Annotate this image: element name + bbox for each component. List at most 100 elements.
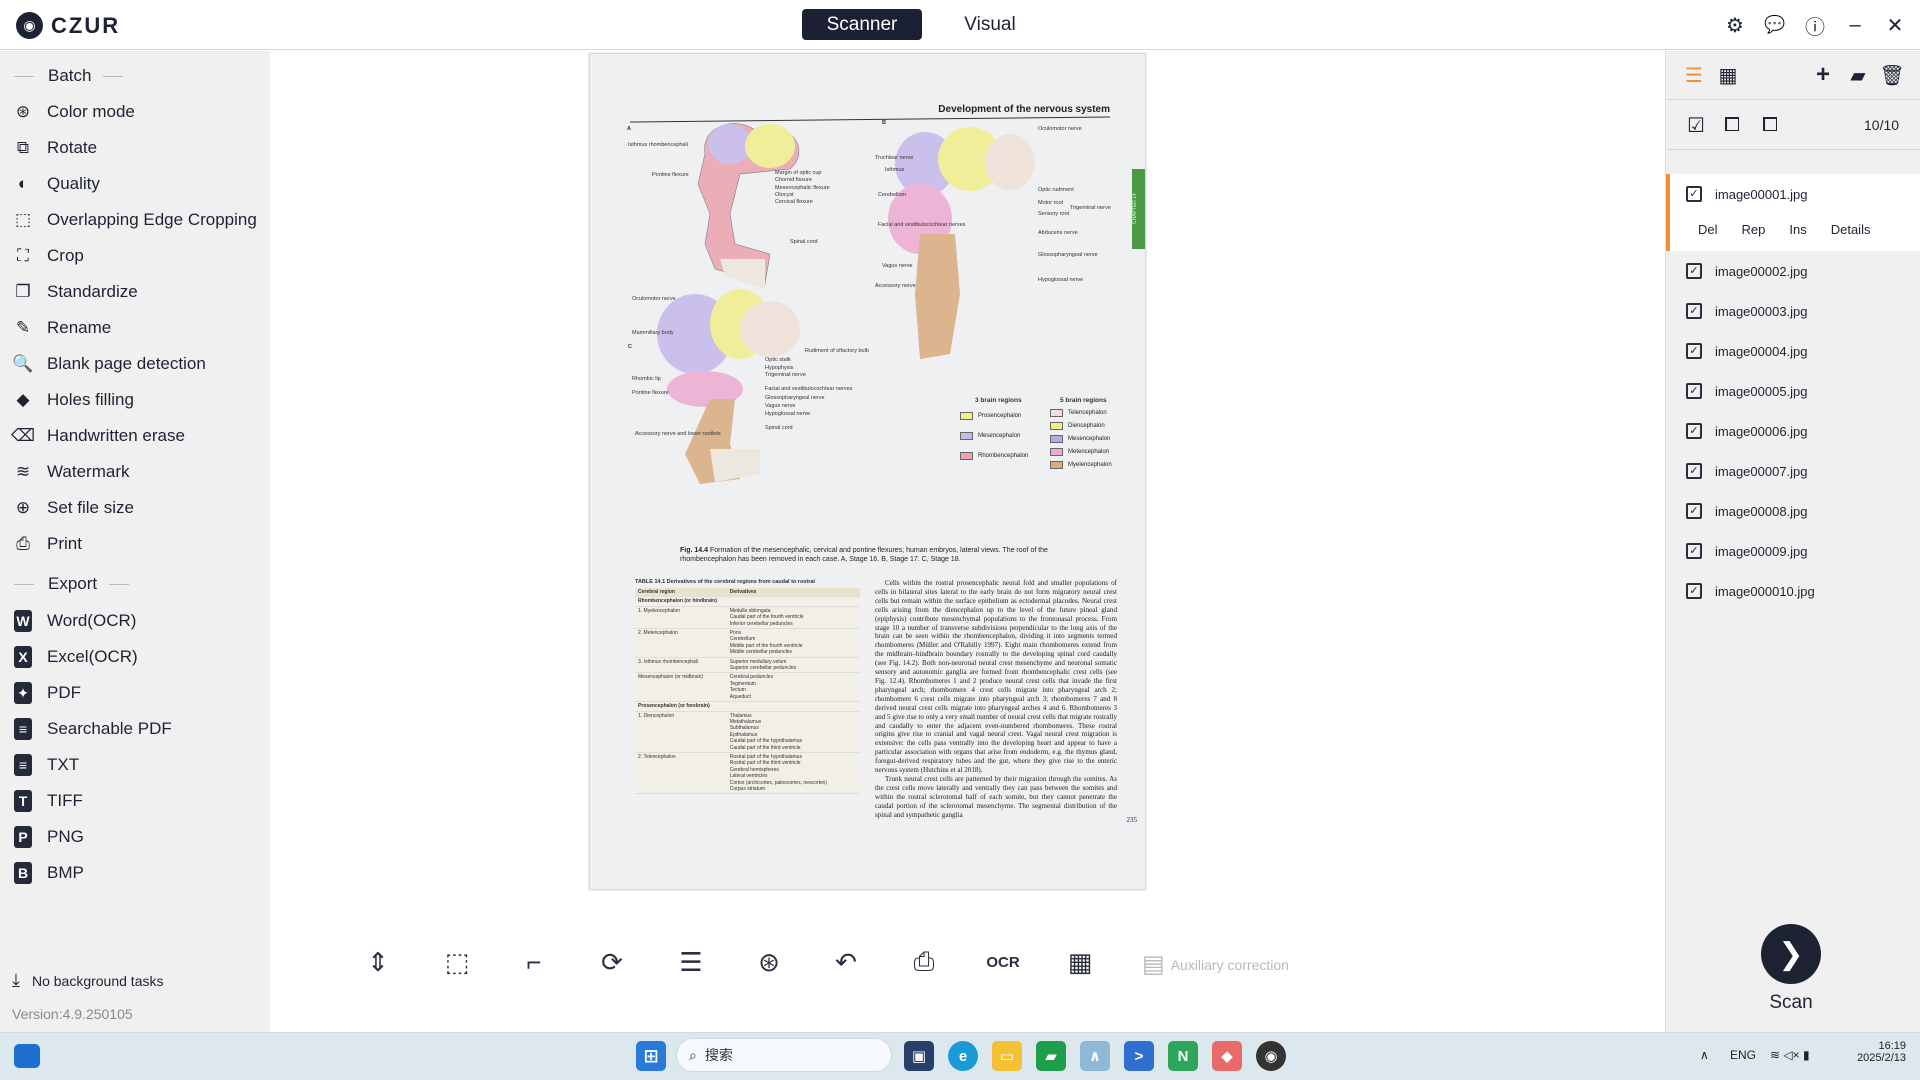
sidebar-item-color-mode[interactable]: ⊛ Color mode xyxy=(12,97,135,127)
rotate-icon[interactable]: ⟳ xyxy=(595,945,629,979)
action-ins[interactable]: Ins xyxy=(1789,222,1806,237)
select-area-icon[interactable]: ⬚ xyxy=(440,945,474,979)
store-icon[interactable]: ▣ xyxy=(904,1041,934,1071)
export-item-excel-ocr-[interactable]: X Excel(OCR) xyxy=(12,642,138,672)
file-row[interactable]: ✓ image00008.jpg xyxy=(1666,491,1920,531)
sidebar-item-overlapping-edge-cropping[interactable]: ⬚ Overlapping Edge Cropping xyxy=(12,205,257,235)
widgets-icon[interactable] xyxy=(14,1044,40,1068)
auxiliary-correction-button[interactable]: ▤ Auxiliary correction xyxy=(1142,950,1289,979)
sidebar-item-handwritten-erase[interactable]: ⌫ Handwritten erase xyxy=(11,421,185,451)
export-item-pdf[interactable]: ✦ PDF xyxy=(12,678,81,708)
scanned-page-preview[interactable]: Development of the nervous system CHAPTE… xyxy=(589,53,1146,890)
sidebar-item-standardize[interactable]: ❐ Standardize xyxy=(12,277,138,307)
trash-icon[interactable]: 🗑 xyxy=(1879,63,1904,87)
excel-ocr--icon: X xyxy=(14,646,32,668)
export-item-png[interactable]: P PNG xyxy=(12,822,84,852)
edge-icon[interactable]: e xyxy=(948,1041,978,1071)
checkbox[interactable]: ✓ xyxy=(1686,463,1702,479)
minimize-icon[interactable]: – xyxy=(1842,12,1868,38)
help-icon[interactable]: ⓘ xyxy=(1802,12,1828,39)
sidebar-item-label: Excel(OCR) xyxy=(47,647,138,666)
checkbox[interactable]: ✓ xyxy=(1686,343,1702,359)
sidebar-item-label: Standardize xyxy=(47,282,138,301)
sidebar-item-crop[interactable]: ⛶ Crop xyxy=(12,241,84,271)
clock[interactable]: 16:19 2025/2/13 xyxy=(1850,1040,1906,1064)
n-app-icon[interactable]: N xyxy=(1168,1041,1198,1071)
grid-view-icon[interactable]: ▦ xyxy=(1716,63,1740,87)
file-row[interactable]: ✓ image00007.jpg xyxy=(1666,451,1920,491)
undo-icon[interactable]: ↶ xyxy=(829,945,863,979)
action-del[interactable]: Del xyxy=(1698,222,1718,237)
czur-taskbar-icon[interactable]: ◉ xyxy=(1256,1041,1286,1071)
tab-visual[interactable]: Visual xyxy=(930,9,1050,40)
file-explorer-icon[interactable]: ▭ xyxy=(992,1041,1022,1071)
sidebar-item-watermark[interactable]: ≋ Watermark xyxy=(12,457,130,487)
tab-scanner[interactable]: Scanner xyxy=(802,9,922,40)
file-row[interactable]: ✓ image00005.jpg xyxy=(1666,371,1920,411)
select-all-icon[interactable]: ☑ xyxy=(1684,113,1708,137)
table-row: Mesencephalon (or midbrain) Cerebral pedu… xyxy=(635,672,860,703)
background-tasks[interactable]: ⤓ No background tasks xyxy=(12,970,164,991)
export-item-tiff[interactable]: T TIFF xyxy=(12,786,83,816)
sidebar-item-rotate[interactable]: ⧉ Rotate xyxy=(12,133,97,163)
crop-icon[interactable]: ⌐ xyxy=(517,945,551,979)
export-item-word-ocr-[interactable]: W Word(OCR) xyxy=(12,606,136,636)
sidebar-item-rename[interactable]: ✎ Rename xyxy=(12,313,111,343)
chat-icon[interactable]: ▰ xyxy=(1036,1041,1066,1071)
close-icon[interactable]: ✕ xyxy=(1882,12,1908,38)
start-icon[interactable]: ⊞ xyxy=(636,1041,666,1071)
checkbox[interactable]: ✓ xyxy=(1686,423,1702,439)
gear-icon[interactable]: ⚙ xyxy=(1722,12,1748,38)
feedback-icon[interactable]: 💬 xyxy=(1762,12,1788,38)
file-row[interactable]: ✓ image00003.jpg xyxy=(1666,291,1920,331)
checkbox[interactable]: ✓ xyxy=(1686,263,1702,279)
taskbar-search[interactable]: ⌕ 搜索 xyxy=(676,1038,892,1072)
sidebar-item-holes-filling[interactable]: ◆ Holes filling xyxy=(12,385,133,415)
file-row[interactable]: ✓ image00004.jpg xyxy=(1666,331,1920,371)
adjust-icon[interactable]: ☰ xyxy=(674,945,708,979)
legend-swatch xyxy=(960,452,973,460)
monitor-icon[interactable]: ∧ xyxy=(1080,1041,1110,1071)
action-details[interactable]: Details xyxy=(1831,222,1871,237)
ocr-icon[interactable]: OCR xyxy=(986,945,1020,979)
table-title: TABLE 14.1 Derivatives of the cerebral r… xyxy=(635,579,815,585)
export-item-txt[interactable]: ≡ TXT xyxy=(12,750,79,780)
select-right-icon[interactable]: ⧠ xyxy=(1758,113,1782,137)
export-item-searchable-pdf[interactable]: ≡ Searchable PDF xyxy=(12,714,172,744)
qr-code-icon[interactable]: ▦ xyxy=(1063,945,1097,979)
wifi-icon[interactable]: ≋ ◁× ▮ xyxy=(1770,1048,1810,1062)
language-indicator[interactable]: ENG xyxy=(1730,1048,1756,1062)
tiff-icon: T xyxy=(14,790,32,812)
file-row[interactable]: ✓ image00006.jpg xyxy=(1666,411,1920,451)
checkbox[interactable]: ✓ xyxy=(1686,383,1702,399)
checkbox[interactable]: ✓ xyxy=(1686,583,1702,599)
checkbox[interactable]: ✓ xyxy=(1686,543,1702,559)
add-icon[interactable]: + xyxy=(1811,61,1835,88)
color-mode-icon[interactable]: ⊛ xyxy=(752,945,786,979)
checkbox[interactable]: ✓ xyxy=(1686,186,1702,202)
table-row: 2. Telencephalon Rostral part of the hypo… xyxy=(635,752,860,795)
checkbox[interactable]: ✓ xyxy=(1686,503,1702,519)
fit-height-icon[interactable]: ⇕ xyxy=(361,945,395,979)
edge-crop-icon: ⬚ xyxy=(14,210,32,229)
sidebar-item-print[interactable]: ⎙ Print xyxy=(12,529,82,559)
print-icon[interactable]: ⎙ xyxy=(907,945,941,979)
folder-icon[interactable]: ▰ xyxy=(1846,63,1870,87)
sidebar-item-quality[interactable]: ◐ Quality xyxy=(12,169,100,199)
list-view-icon[interactable]: ☰ xyxy=(1682,63,1706,87)
file-row[interactable]: ✓ image000010.jpg xyxy=(1666,571,1920,611)
action-rep[interactable]: Rep xyxy=(1742,222,1766,237)
sidebar-item-set-file-size[interactable]: ⊕ Set file size xyxy=(12,493,134,523)
checkbox[interactable]: ✓ xyxy=(1686,303,1702,319)
file-row[interactable]: ✓ image00009.jpg xyxy=(1666,531,1920,571)
scan-button[interactable]: ❯ xyxy=(1761,924,1821,984)
file-row[interactable]: ✓ image00002.jpg xyxy=(1666,251,1920,291)
select-left-icon[interactable]: ⧠ xyxy=(1720,113,1744,137)
tray-chevron-icon[interactable]: ∧ xyxy=(1700,1048,1709,1062)
file-row[interactable]: ✓ image00001.jpg xyxy=(1666,181,1920,207)
sidebar-item-blank-page-detection[interactable]: 🔍 Blank page detection xyxy=(12,349,205,379)
sidebar-item-label: Quality xyxy=(47,174,100,193)
export-item-bmp[interactable]: B BMP xyxy=(12,858,84,888)
colorful-app-icon[interactable]: ◆ xyxy=(1212,1041,1242,1071)
terminal-icon[interactable]: > xyxy=(1124,1041,1154,1071)
